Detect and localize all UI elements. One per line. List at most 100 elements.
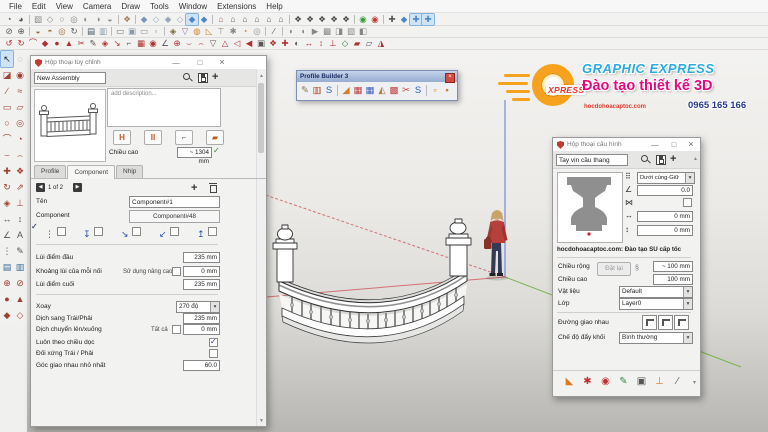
- toolbar-icon[interactable]: ✱: [227, 26, 239, 37]
- tool-icon[interactable]: ◌: [14, 51, 26, 67]
- toolbar-icon[interactable]: ▭: [114, 26, 126, 37]
- toolbar-icon[interactable]: ▧: [345, 26, 357, 37]
- profile-builder-tool[interactable]: ▩: [388, 84, 400, 98]
- layer-select[interactable]: Layer0▾: [619, 298, 693, 310]
- tool-icon[interactable]: ▭: [1, 99, 13, 115]
- balustrade-model[interactable]: [273, 219, 471, 343]
- search-icon[interactable]: [183, 73, 192, 82]
- height-value[interactable]: 100 mm: [653, 274, 693, 285]
- profile-tool-button[interactable]: ▣: [635, 375, 648, 389]
- toolbar-icon[interactable]: ▲: [63, 38, 75, 49]
- toolbar-icon[interactable]: ▧: [32, 14, 44, 25]
- link-icon[interactable]: §: [635, 264, 639, 274]
- toolbar-icon[interactable]: △: [219, 38, 231, 49]
- shift-ud-value[interactable]: 0 mm: [183, 324, 220, 335]
- tool-icon[interactable]: ▲: [14, 291, 26, 307]
- anchor-checkbox[interactable]: [170, 227, 179, 236]
- toolbar-icon[interactable]: ↘: [111, 38, 123, 49]
- tab[interactable]: Nhịp: [116, 165, 143, 178]
- toolbar-icon[interactable]: ○: [56, 14, 68, 25]
- toolbar-icon[interactable]: ⊕: [15, 26, 27, 37]
- toolbar-icon[interactable]: ⌂: [227, 14, 239, 25]
- rotate-select[interactable]: 270 độ▾: [176, 301, 220, 313]
- toolbar-icon[interactable]: ◗: [285, 26, 297, 37]
- toolbar-icon[interactable]: ◉: [147, 38, 159, 49]
- tool-icon[interactable]: ✎: [14, 243, 26, 259]
- toolbar-icon[interactable]: ◀: [243, 38, 255, 49]
- toolbar-icon[interactable]: ↻: [68, 26, 80, 37]
- tool-icon[interactable]: ◆: [1, 307, 13, 323]
- tool-icon[interactable]: ⊕: [1, 275, 13, 291]
- toolbar-icon[interactable]: ▩: [321, 26, 333, 37]
- toolbar-icon[interactable]: ❖: [292, 14, 304, 25]
- tool-icon[interactable]: ⊘: [14, 275, 26, 291]
- toolbar-icon[interactable]: ✚: [386, 14, 398, 25]
- assembly-type-button[interactable]: ⌐: [175, 130, 193, 145]
- toolbar-icon[interactable]: ▤: [85, 26, 97, 37]
- profile-builder-tool[interactable]: ✎: [299, 84, 311, 98]
- toolbar-icon[interactable]: ◁: [231, 38, 243, 49]
- profile-tool-button[interactable]: ✱: [581, 375, 594, 389]
- profile-tool-button[interactable]: ✎: [617, 375, 630, 389]
- anchor-grid-icon[interactable]: ⠿: [625, 172, 631, 182]
- scroll-up-icon[interactable]: ▲: [257, 73, 266, 79]
- assembly-thumbnail[interactable]: [34, 89, 106, 162]
- anchor-checkbox[interactable]: [94, 227, 103, 236]
- toolbar-icon[interactable]: ◇: [339, 38, 351, 49]
- profile-tool-button[interactable]: ◣: [563, 375, 576, 389]
- toolbar-icon[interactable]: ⌂: [263, 14, 275, 25]
- profile-builder-tool[interactable]: ▦: [364, 84, 376, 98]
- toolbar-icon[interactable]: ✚: [422, 14, 434, 25]
- search-icon[interactable]: [641, 155, 650, 164]
- toolbar-icon[interactable]: ↔: [303, 38, 315, 49]
- toolbar-icon[interactable]: ⊕: [171, 38, 183, 49]
- toolbar-icon[interactable]: ◎: [251, 26, 263, 37]
- toolbar-icon[interactable]: ◆: [39, 38, 51, 49]
- panel-scrollbar[interactable]: ▲ ▼: [256, 69, 266, 426]
- description-box[interactable]: add description...: [107, 88, 221, 127]
- toolbar-icon[interactable]: ◓: [44, 26, 56, 37]
- tool-icon[interactable]: ⋮: [1, 243, 13, 259]
- tool-icon[interactable]: ⌒: [1, 131, 13, 147]
- toolbar-icon[interactable]: ▥: [97, 26, 109, 37]
- menu-item[interactable]: Edit: [27, 0, 51, 13]
- start-offset-value[interactable]: 235 mm: [183, 252, 220, 263]
- toolbar-icon[interactable]: ▫: [150, 26, 162, 37]
- menu-item[interactable]: Draw: [116, 0, 145, 13]
- close-icon[interactable]: ×: [215, 56, 229, 69]
- tool-icon[interactable]: ↔: [1, 211, 13, 227]
- tool-icon[interactable]: ◇: [14, 307, 26, 323]
- advanced-checkbox[interactable]: [172, 267, 181, 276]
- profile-builder-tool[interactable]: ◢: [340, 84, 352, 98]
- toolbar-icon[interactable]: ◎: [56, 26, 68, 37]
- toolbar-icon[interactable]: ◐: [80, 14, 92, 25]
- profile-tool-button[interactable]: ⊥: [653, 375, 666, 389]
- menu-item[interactable]: Help: [261, 0, 287, 13]
- scroll-thumb[interactable]: [258, 83, 264, 153]
- vertical-checkbox[interactable]: [209, 338, 218, 347]
- mirror-profile-checkbox[interactable]: [683, 198, 692, 207]
- shift-lr-value[interactable]: 235 mm: [183, 313, 220, 324]
- joint-offset-value[interactable]: 0 mm: [183, 266, 220, 277]
- scroll-down-icon[interactable]: ▼: [257, 418, 266, 424]
- toolbar-icon[interactable]: ◮: [375, 38, 387, 49]
- tool-icon[interactable]: ○: [1, 115, 13, 131]
- assembly-type-button[interactable]: II: [144, 130, 162, 145]
- toolbar-icon[interactable]: ◈: [167, 26, 179, 37]
- save-icon[interactable]: [198, 73, 208, 83]
- toolbar-icon[interactable]: ✚: [279, 38, 291, 49]
- reset-button[interactable]: Đặt lại: [597, 262, 631, 276]
- tab[interactable]: Profile: [34, 165, 66, 178]
- toolbar-icon[interactable]: ⌐: [123, 38, 135, 49]
- toolbar-icon[interactable]: ↻: [15, 38, 27, 49]
- toolbar-icon[interactable]: ⊥: [327, 38, 339, 49]
- close-icon[interactable]: ×: [684, 138, 698, 151]
- toolbar-icon[interactable]: ◈: [99, 38, 111, 49]
- toolbar-icon[interactable]: ⌂: [275, 14, 287, 25]
- toolbar-icon[interactable]: ❖: [267, 38, 279, 49]
- anchor-option[interactable]: ↥: [197, 224, 221, 237]
- toolbar-icon[interactable]: ⌢: [195, 38, 207, 49]
- minimize-icon[interactable]: —: [169, 56, 183, 69]
- tool-icon[interactable]: ◔: [14, 131, 26, 147]
- toolbar-icon[interactable]: ◉: [357, 14, 369, 25]
